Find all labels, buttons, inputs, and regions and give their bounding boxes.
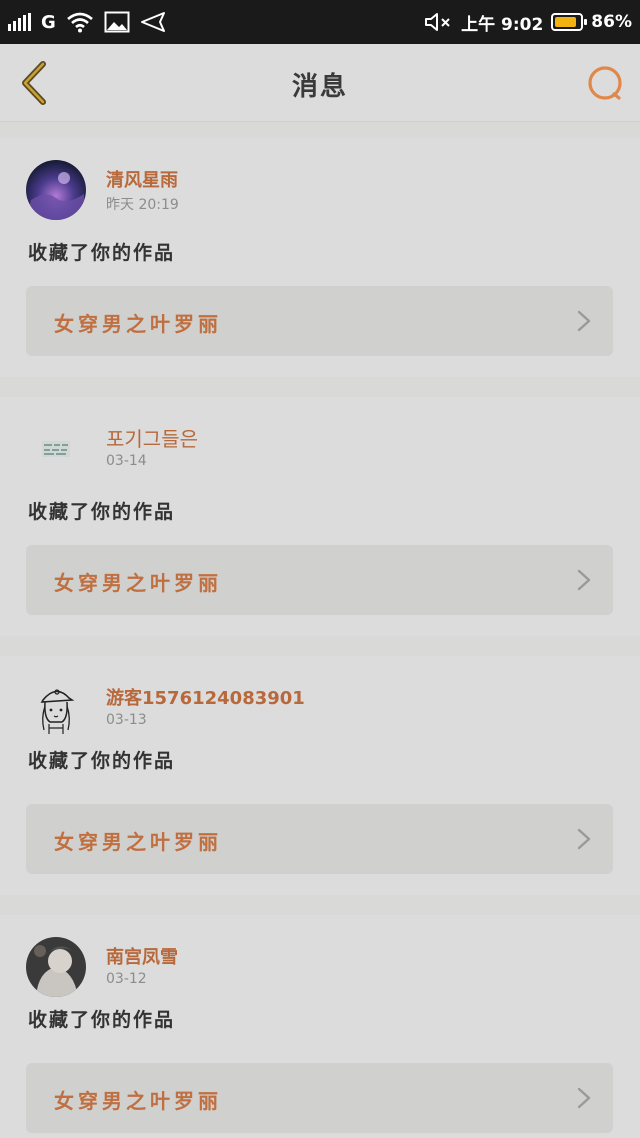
battery-icon	[551, 13, 588, 31]
work-title: 女穿男之叶罗丽	[54, 312, 222, 336]
signal-icon	[8, 13, 31, 31]
message-card: 南宫凤雪 03-12 收藏了你的作品 女穿男之叶罗丽	[0, 915, 640, 1138]
battery-percent: 86%	[591, 12, 632, 32]
user-name[interactable]: 포기그들은	[106, 423, 198, 452]
user-name[interactable]: 游客1576124083901	[106, 684, 305, 710]
message-card: 포기그들은 03-14 收藏了你的作品 女穿男之叶罗丽	[0, 397, 640, 636]
wifi-icon	[66, 12, 93, 33]
status-left: G	[8, 8, 166, 36]
search-button[interactable]	[584, 62, 626, 104]
message-action: 收藏了你的作品	[28, 501, 176, 523]
search-icon	[588, 66, 622, 100]
avatar[interactable]	[26, 419, 86, 479]
user-name[interactable]: 南宫凤雪	[106, 943, 178, 969]
send-icon	[140, 12, 165, 32]
chevron-right-icon	[577, 569, 591, 591]
message-time: 03-14	[106, 453, 147, 469]
network-type: G	[41, 11, 56, 33]
message-time: 昨天 20:19	[106, 197, 179, 213]
chevron-right-icon	[577, 310, 591, 332]
message-list: 清风星雨 昨天 20:19 收藏了你的作品 女穿男之叶罗丽 포기그들은 03-1…	[0, 138, 640, 1138]
message-time: 03-13	[106, 712, 147, 728]
message-action: 收藏了你的作品	[28, 242, 176, 264]
clock: 上午 9:02	[461, 14, 544, 35]
message-card: 清风星雨 昨天 20:19 收藏了你的作品 女穿男之叶罗丽	[0, 138, 640, 377]
message-action: 收藏了你的作品	[28, 750, 176, 772]
message-time: 03-12	[106, 971, 147, 987]
message-card: 游客1576124083901 03-13 收藏了你的作品 女穿男之叶罗丽	[0, 656, 640, 895]
avatar[interactable]	[26, 678, 86, 738]
work-link[interactable]: 女穿男之叶罗丽	[26, 804, 613, 874]
app-header: 消息	[0, 44, 640, 122]
message-action: 收藏了你的作品	[28, 1009, 176, 1031]
chevron-right-icon	[577, 828, 591, 850]
status-right: 上午 9:02 86%	[423, 8, 632, 36]
avatar[interactable]	[26, 160, 86, 220]
status-bar: G 上午 9:02 86%	[0, 0, 640, 44]
work-title: 女穿男之叶罗丽	[54, 1089, 222, 1113]
chevron-right-icon	[577, 1087, 591, 1109]
work-title: 女穿男之叶罗丽	[54, 830, 222, 854]
mute-icon	[425, 13, 450, 31]
page-title: 消息	[291, 72, 348, 102]
work-title: 女穿男之叶罗丽	[54, 571, 222, 595]
image-icon	[104, 11, 130, 33]
work-link[interactable]: 女穿男之叶罗丽	[26, 545, 613, 615]
user-name[interactable]: 清风星雨	[106, 166, 178, 192]
work-link[interactable]: 女穿男之叶罗丽	[26, 1063, 613, 1133]
avatar[interactable]	[26, 937, 86, 997]
work-link[interactable]: 女穿男之叶罗丽	[26, 286, 613, 356]
